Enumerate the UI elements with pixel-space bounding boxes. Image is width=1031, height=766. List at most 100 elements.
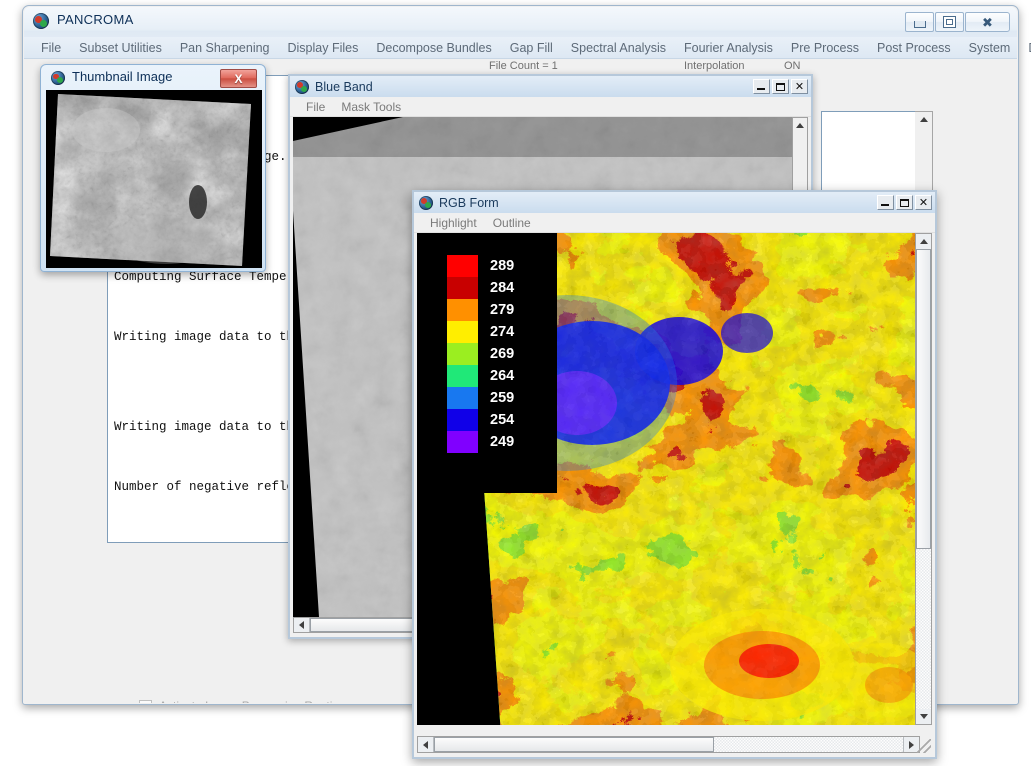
- rgb-form-vertical-scrollbar[interactable]: [915, 233, 932, 725]
- scroll-up-button[interactable]: [793, 118, 807, 133]
- menu-pre-process[interactable]: Pre Process: [782, 39, 868, 57]
- main-titlebar[interactable]: PANCROMA ✖: [23, 6, 1018, 36]
- checkbox-label: Activate Image Processing Routines: [159, 699, 352, 703]
- menu-subset-utilities[interactable]: Subset Utilities: [70, 39, 171, 57]
- legend-label: 279: [490, 302, 515, 318]
- minimize-icon: [913, 21, 926, 28]
- menu-system[interactable]: System: [960, 39, 1020, 57]
- chevron-down-icon: [919, 714, 928, 719]
- chevron-left-icon: [423, 740, 428, 749]
- close-icon: ✕: [794, 81, 805, 93]
- scroll-left-button[interactable]: [294, 618, 310, 632]
- chevron-up-icon: [919, 117, 928, 122]
- status-interpolation: Interpolation: [684, 60, 745, 72]
- legend-row: 269: [447, 343, 525, 365]
- menu-pan-sharpening[interactable]: Pan Sharpening: [171, 39, 279, 57]
- menu-file[interactable]: File: [298, 99, 333, 115]
- scroll-down-button[interactable]: [916, 709, 931, 724]
- chevron-up-icon: [919, 239, 928, 244]
- legend-row: 254: [447, 409, 525, 431]
- menu-post-process[interactable]: Post Process: [868, 39, 960, 57]
- menu-display[interactable]: Display: [1019, 39, 1031, 57]
- maximize-button[interactable]: [935, 12, 964, 32]
- rgb-form-menubar: Highlight Outline: [414, 213, 935, 233]
- legend-label: 269: [490, 346, 515, 362]
- legend-label: 254: [490, 412, 515, 428]
- legend-row: 274: [447, 321, 525, 343]
- blue-band-title: Blue Band: [315, 79, 373, 94]
- menu-mask-tools[interactable]: Mask Tools: [333, 99, 409, 115]
- legend-label: 259: [490, 390, 515, 406]
- window-controls: ✖: [905, 12, 1010, 32]
- scrollbar-thumb[interactable]: [916, 249, 931, 549]
- scroll-up-button[interactable]: [915, 112, 932, 127]
- menu-gap-fill[interactable]: Gap Fill: [501, 39, 562, 57]
- legend-label: 274: [490, 324, 515, 340]
- menu-highlight[interactable]: Highlight: [422, 215, 485, 231]
- menu-fourier-analysis[interactable]: Fourier Analysis: [675, 39, 782, 57]
- legend-row: 264: [447, 365, 525, 387]
- legend-swatch: [447, 343, 478, 365]
- legend-label: 264: [490, 368, 515, 384]
- main-menubar: File Subset Utilities Pan Sharpening Dis…: [24, 37, 1031, 59]
- legend-label: 289: [490, 258, 515, 274]
- scroll-left-button[interactable]: [418, 737, 434, 752]
- close-button[interactable]: ✕: [915, 195, 932, 210]
- minimize-button[interactable]: [753, 79, 770, 94]
- page-title: PANCROMA: [57, 12, 134, 27]
- thumbnail-image-window: Thumbnail Image X: [40, 64, 266, 272]
- maximize-button[interactable]: [896, 195, 913, 210]
- menu-decompose-bundles[interactable]: Decompose Bundles: [367, 39, 500, 57]
- thumbnail-image-canvas[interactable]: [46, 90, 262, 268]
- app-globe-icon: [51, 71, 65, 85]
- thumbnail-grayscale-image: [46, 90, 262, 268]
- rgb-form-title: RGB Form: [439, 195, 499, 210]
- minimize-button[interactable]: [877, 195, 894, 210]
- rgb-form-titlebar[interactable]: RGB Form ✕: [414, 192, 935, 213]
- rgb-form-window: RGB Form ✕ Highlight Outline 289 284 279…: [412, 190, 937, 759]
- checkbox-box[interactable]: [139, 699, 152, 703]
- maximize-icon: [943, 16, 956, 28]
- chevron-up-icon: [796, 123, 804, 128]
- menu-outline[interactable]: Outline: [485, 215, 539, 231]
- rgb-form-image-canvas[interactable]: 289 284 279 274 269 264 259 254 249: [417, 233, 920, 725]
- scrollbar-track[interactable]: [916, 549, 931, 709]
- app-globe-icon: [419, 195, 433, 210]
- legend-label: 249: [490, 434, 515, 450]
- legend-row: 284: [447, 277, 525, 299]
- legend-swatch: [447, 255, 478, 277]
- checkbox-activate-image-processing[interactable]: Activate Image Processing Routines: [139, 699, 352, 703]
- scroll-up-button[interactable]: [916, 234, 931, 249]
- blue-band-window-controls: ✕: [753, 79, 808, 94]
- temperature-legend-scale: 289 284 279 274 269 264 259 254 249: [447, 255, 525, 453]
- thumbnail-title: Thumbnail Image: [72, 69, 173, 84]
- status-file-count: File Count = 1: [489, 60, 558, 72]
- minimize-button[interactable]: [905, 12, 934, 32]
- app-globe-icon: [33, 13, 49, 29]
- legend-row: 259: [447, 387, 525, 409]
- legend-swatch: [447, 409, 478, 431]
- legend-row: 289: [447, 255, 525, 277]
- scrollbar-thumb[interactable]: [434, 737, 714, 752]
- menu-spectral-analysis[interactable]: Spectral Analysis: [562, 39, 675, 57]
- legend-label: 284: [490, 280, 515, 296]
- scrollbar-track[interactable]: [714, 737, 903, 752]
- blue-band-menubar: File Mask Tools: [290, 97, 811, 117]
- close-button[interactable]: ✖: [965, 12, 1010, 32]
- chevron-left-icon: [299, 621, 304, 629]
- legend-swatch: [447, 277, 478, 299]
- legend-row: 249: [447, 431, 525, 453]
- close-icon: X: [234, 71, 243, 86]
- thumbnail-titlebar[interactable]: Thumbnail Image X: [41, 65, 265, 91]
- rgb-form-horizontal-scrollbar[interactable]: [417, 736, 920, 753]
- blue-band-titlebar[interactable]: Blue Band ✕: [290, 76, 811, 97]
- maximize-button[interactable]: [772, 79, 789, 94]
- status-interpolation-value: ON: [784, 60, 801, 72]
- menu-file[interactable]: File: [32, 39, 70, 57]
- menu-display-files[interactable]: Display Files: [279, 39, 368, 57]
- resize-grip-icon[interactable]: [917, 739, 931, 753]
- close-icon: ✖: [982, 14, 993, 30]
- close-button[interactable]: ✕: [791, 79, 808, 94]
- legend-swatch: [447, 299, 478, 321]
- close-button[interactable]: X: [220, 69, 257, 88]
